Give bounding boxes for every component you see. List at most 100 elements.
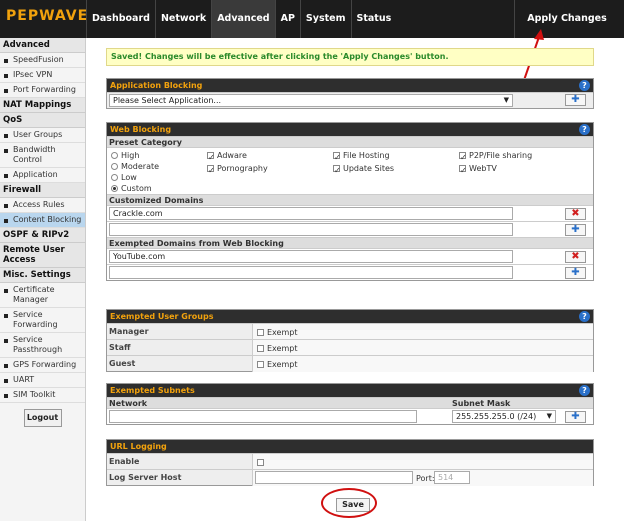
customized-domain-input[interactable]: Crackle.com [109, 207, 513, 220]
checkbox-pornography[interactable]: ✓ Pornography [207, 164, 268, 175]
sidebar-item-speedfusion[interactable]: SpeedFusion [0, 53, 85, 68]
nav-network[interactable]: Network [154, 0, 211, 38]
new-exempted-domain-input[interactable] [109, 266, 513, 279]
network-column-header: Network [109, 399, 148, 408]
radio-moderate[interactable]: Moderate [111, 162, 159, 171]
preset-category-options: High Moderate Low Custom ✓ Adware ✓ Pornog… [107, 147, 593, 194]
enable-row: Enable [107, 453, 593, 470]
sidebar-item-uart[interactable]: UART [0, 373, 85, 388]
application-select[interactable]: Please Select Application... ▼ [109, 94, 513, 107]
sidebar-heading-advanced: Advanced [0, 38, 85, 53]
delete-domain-button[interactable]: ✖ [565, 208, 586, 220]
nav-advanced[interactable]: Advanced [211, 0, 275, 38]
port-label: Port: [416, 474, 435, 483]
port-input[interactable]: 514 [434, 471, 470, 484]
section-header: Application Blocking? [107, 79, 593, 92]
checkbox-label: Update Sites [343, 164, 395, 173]
sidebar-item-port-forwarding[interactable]: Port Forwarding [0, 83, 85, 98]
section-header: Exempted User Groups? [107, 310, 593, 323]
group-label: Guest [109, 359, 136, 368]
application-blocking-section: Application Blocking? Please Select Appl… [106, 78, 594, 109]
exempt-label: Exempt [267, 328, 298, 337]
exempted-domain-input[interactable]: YouTube.com [109, 250, 513, 263]
checkbox-webtv[interactable]: ✓ WebTV [459, 164, 497, 175]
sidebar-item-service-forwarding[interactable]: Service Forwarding [0, 308, 85, 333]
help-icon[interactable]: ? [579, 311, 590, 322]
add-subnet-button[interactable]: ✚ [565, 411, 586, 423]
enable-checkbox[interactable] [257, 458, 267, 467]
checkbox-adware[interactable]: ✓ Adware [207, 151, 247, 162]
subnet-mask-select[interactable]: 255.255.255.0 (/24) ▼ [452, 410, 556, 423]
section-title: Exempted Subnets [110, 386, 195, 395]
sidebar-item-sim-toolkit[interactable]: SIM Toolkit [0, 388, 85, 403]
exempted-domains-label: Exempted Domains from Web Blocking [107, 237, 593, 248]
nav-ap[interactable]: AP [274, 0, 300, 38]
add-domain-button[interactable]: ✚ [565, 224, 586, 236]
section-header: URL Logging [107, 440, 593, 453]
sidebar-item-service-passthrough[interactable]: Service Passthrough [0, 333, 85, 358]
nav-dashboard[interactable]: Dashboard [86, 0, 155, 38]
radio-label: Low [121, 173, 137, 182]
help-icon[interactable]: ? [579, 385, 590, 396]
section-title: Application Blocking [110, 81, 203, 90]
sidebar-item-bandwidth-control[interactable]: Bandwidth Control [0, 143, 85, 168]
radio-high[interactable]: High [111, 151, 139, 160]
exempted-subnets-section: Exempted Subnets? Network Subnet Mask 255… [106, 383, 594, 425]
exempt-label: Exempt [267, 344, 298, 353]
sidebar-item-certificate-manager[interactable]: Certificate Manager [0, 283, 85, 308]
preset-category-label: Preset Category [107, 136, 593, 147]
web-blocking-section: Web Blocking? Preset Category High Moder… [106, 122, 594, 281]
sidebar-item-access-rules[interactable]: Access Rules [0, 198, 85, 213]
sidebar-item-content-blocking[interactable]: Content Blocking [0, 213, 85, 228]
exempt-manager-checkbox[interactable]: Exempt [257, 328, 297, 337]
section-title: URL Logging [110, 442, 167, 451]
section-title: Exempted User Groups [110, 312, 214, 321]
subnets-column-headers: Network Subnet Mask [107, 397, 593, 408]
nav-status[interactable]: Status [350, 0, 397, 38]
log-server-host-input[interactable] [255, 471, 413, 484]
sidebar-heading-ospf[interactable]: OSPF & RIPv2 [0, 228, 85, 243]
radio-label: Custom [121, 184, 152, 193]
log-server-host-row: Log Server Host Port: 514 [107, 469, 593, 486]
radio-label: High [121, 151, 140, 160]
exempt-label: Exempt [267, 360, 298, 369]
exempted-user-groups-section: Exempted User Groups? Manager Exempt Staf… [106, 309, 594, 372]
nav-system[interactable]: System [299, 0, 351, 38]
help-icon[interactable]: ? [579, 80, 590, 91]
log-server-host-label: Log Server Host [109, 473, 182, 482]
sidebar-item-gps-forwarding[interactable]: GPS Forwarding [0, 358, 85, 373]
annotation-circle [321, 488, 377, 518]
enable-label: Enable [109, 457, 140, 466]
sidebar-heading-firewall: Firewall [0, 183, 85, 198]
application-select-value: Please Select Application... [113, 96, 222, 105]
exempt-guest-checkbox[interactable]: Exempt [257, 360, 297, 369]
chevron-down-icon: ▼ [546, 412, 552, 420]
section-title: Web Blocking [110, 125, 172, 134]
help-icon[interactable]: ? [579, 124, 590, 135]
sidebar-heading-qos: QoS [0, 113, 85, 128]
network-input[interactable] [109, 410, 417, 423]
main-nav: Dashboard Network Advanced AP System Sta… [86, 0, 396, 38]
checkbox-p2p-file-sharing[interactable]: ✓ P2P/File sharing [459, 151, 532, 162]
user-group-row-guest: Guest Exempt [107, 355, 593, 372]
delete-exempt-domain-button[interactable]: ✖ [565, 251, 586, 263]
sidebar-item-ipsec-vpn[interactable]: IPsec VPN [0, 68, 85, 83]
add-application-button[interactable]: ✚ [565, 94, 586, 106]
checkbox-file-hosting[interactable]: ✓ File Hosting [333, 151, 390, 162]
radio-custom[interactable]: Custom [111, 184, 152, 193]
user-group-row-manager: Manager Exempt [107, 323, 593, 340]
group-label: Staff [109, 343, 131, 352]
exempt-staff-checkbox[interactable]: Exempt [257, 344, 297, 353]
sidebar-heading-nat[interactable]: NAT Mappings [0, 98, 85, 113]
radio-label: Moderate [121, 162, 160, 171]
user-group-row-staff: Staff Exempt [107, 339, 593, 356]
sidebar: Advanced SpeedFusion IPsec VPN Port Forw… [0, 38, 86, 521]
new-customized-domain-input[interactable] [109, 223, 513, 236]
sidebar-item-user-groups[interactable]: User Groups [0, 128, 85, 143]
checkbox-update-sites[interactable]: ✓ Update Sites [333, 164, 395, 175]
logout-button[interactable]: Logout [23, 409, 62, 427]
add-exempt-domain-button[interactable]: ✚ [565, 267, 586, 279]
sidebar-item-application[interactable]: Application [0, 168, 85, 183]
sidebar-heading-remote-user-access[interactable]: Remote User Access [0, 243, 85, 268]
radio-low[interactable]: Low [111, 173, 137, 182]
